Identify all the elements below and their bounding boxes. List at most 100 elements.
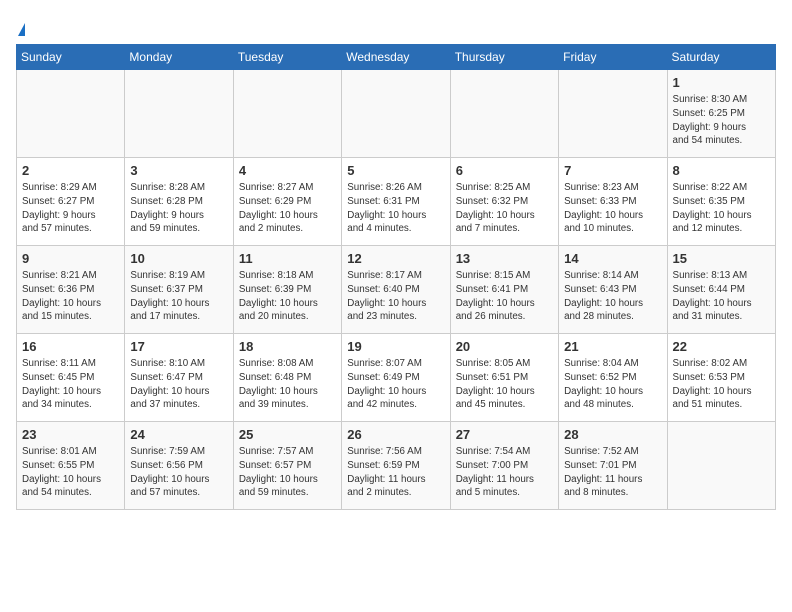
day-detail: Sunrise: 8:11 AM Sunset: 6:45 PM Dayligh… xyxy=(22,357,119,412)
day-number: 15 xyxy=(673,250,770,268)
day-number: 28 xyxy=(564,426,661,444)
day-detail: Sunrise: 8:17 AM Sunset: 6:40 PM Dayligh… xyxy=(347,269,444,324)
day-number: 9 xyxy=(22,250,119,268)
calendar-cell: 28Sunrise: 7:52 AM Sunset: 7:01 PM Dayli… xyxy=(559,421,667,509)
calendar-cell xyxy=(125,69,233,157)
day-detail: Sunrise: 8:22 AM Sunset: 6:35 PM Dayligh… xyxy=(673,181,770,236)
day-number: 5 xyxy=(347,162,444,180)
calendar-cell: 12Sunrise: 8:17 AM Sunset: 6:40 PM Dayli… xyxy=(342,245,450,333)
day-detail: Sunrise: 7:54 AM Sunset: 7:00 PM Dayligh… xyxy=(456,445,553,500)
day-number: 16 xyxy=(22,338,119,356)
day-detail: Sunrise: 7:56 AM Sunset: 6:59 PM Dayligh… xyxy=(347,445,444,500)
day-number: 14 xyxy=(564,250,661,268)
day-number: 23 xyxy=(22,426,119,444)
day-detail: Sunrise: 8:14 AM Sunset: 6:43 PM Dayligh… xyxy=(564,269,661,324)
calendar-cell xyxy=(450,69,558,157)
day-detail: Sunrise: 8:29 AM Sunset: 6:27 PM Dayligh… xyxy=(22,181,119,236)
day-number: 19 xyxy=(347,338,444,356)
day-detail: Sunrise: 8:25 AM Sunset: 6:32 PM Dayligh… xyxy=(456,181,553,236)
day-detail: Sunrise: 8:02 AM Sunset: 6:53 PM Dayligh… xyxy=(673,357,770,412)
page-header xyxy=(16,16,776,36)
calendar-cell xyxy=(233,69,341,157)
calendar-cell: 17Sunrise: 8:10 AM Sunset: 6:47 PM Dayli… xyxy=(125,333,233,421)
calendar-cell: 9Sunrise: 8:21 AM Sunset: 6:36 PM Daylig… xyxy=(17,245,125,333)
day-number: 25 xyxy=(239,426,336,444)
day-number: 20 xyxy=(456,338,553,356)
day-number: 12 xyxy=(347,250,444,268)
day-header-wednesday: Wednesday xyxy=(342,44,450,69)
day-number: 22 xyxy=(673,338,770,356)
calendar-cell: 23Sunrise: 8:01 AM Sunset: 6:55 PM Dayli… xyxy=(17,421,125,509)
calendar-cell: 21Sunrise: 8:04 AM Sunset: 6:52 PM Dayli… xyxy=(559,333,667,421)
calendar-cell: 10Sunrise: 8:19 AM Sunset: 6:37 PM Dayli… xyxy=(125,245,233,333)
day-number: 10 xyxy=(130,250,227,268)
day-header-friday: Friday xyxy=(559,44,667,69)
day-header-saturday: Saturday xyxy=(667,44,775,69)
calendar-cell: 1Sunrise: 8:30 AM Sunset: 6:25 PM Daylig… xyxy=(667,69,775,157)
day-detail: Sunrise: 7:57 AM Sunset: 6:57 PM Dayligh… xyxy=(239,445,336,500)
calendar-cell xyxy=(667,421,775,509)
calendar-cell xyxy=(342,69,450,157)
day-number: 4 xyxy=(239,162,336,180)
day-number: 24 xyxy=(130,426,227,444)
day-number: 7 xyxy=(564,162,661,180)
calendar-cell: 7Sunrise: 8:23 AM Sunset: 6:33 PM Daylig… xyxy=(559,157,667,245)
day-detail: Sunrise: 8:10 AM Sunset: 6:47 PM Dayligh… xyxy=(130,357,227,412)
calendar-cell: 19Sunrise: 8:07 AM Sunset: 6:49 PM Dayli… xyxy=(342,333,450,421)
calendar-cell: 5Sunrise: 8:26 AM Sunset: 6:31 PM Daylig… xyxy=(342,157,450,245)
day-number: 8 xyxy=(673,162,770,180)
day-detail: Sunrise: 8:18 AM Sunset: 6:39 PM Dayligh… xyxy=(239,269,336,324)
calendar-cell: 22Sunrise: 8:02 AM Sunset: 6:53 PM Dayli… xyxy=(667,333,775,421)
day-detail: Sunrise: 8:21 AM Sunset: 6:36 PM Dayligh… xyxy=(22,269,119,324)
day-number: 27 xyxy=(456,426,553,444)
calendar-cell xyxy=(559,69,667,157)
calendar-cell: 16Sunrise: 8:11 AM Sunset: 6:45 PM Dayli… xyxy=(17,333,125,421)
calendar-cell: 15Sunrise: 8:13 AM Sunset: 6:44 PM Dayli… xyxy=(667,245,775,333)
calendar-cell: 25Sunrise: 7:57 AM Sunset: 6:57 PM Dayli… xyxy=(233,421,341,509)
day-detail: Sunrise: 8:23 AM Sunset: 6:33 PM Dayligh… xyxy=(564,181,661,236)
day-number: 1 xyxy=(673,74,770,92)
day-detail: Sunrise: 8:07 AM Sunset: 6:49 PM Dayligh… xyxy=(347,357,444,412)
calendar-cell: 8Sunrise: 8:22 AM Sunset: 6:35 PM Daylig… xyxy=(667,157,775,245)
day-number: 2 xyxy=(22,162,119,180)
day-detail: Sunrise: 8:08 AM Sunset: 6:48 PM Dayligh… xyxy=(239,357,336,412)
day-detail: Sunrise: 8:04 AM Sunset: 6:52 PM Dayligh… xyxy=(564,357,661,412)
calendar-cell: 20Sunrise: 8:05 AM Sunset: 6:51 PM Dayli… xyxy=(450,333,558,421)
day-number: 21 xyxy=(564,338,661,356)
day-number: 18 xyxy=(239,338,336,356)
calendar-cell: 6Sunrise: 8:25 AM Sunset: 6:32 PM Daylig… xyxy=(450,157,558,245)
calendar-cell: 13Sunrise: 8:15 AM Sunset: 6:41 PM Dayli… xyxy=(450,245,558,333)
day-detail: Sunrise: 8:28 AM Sunset: 6:28 PM Dayligh… xyxy=(130,181,227,236)
day-header-sunday: Sunday xyxy=(17,44,125,69)
calendar-table: SundayMondayTuesdayWednesdayThursdayFrid… xyxy=(16,44,776,510)
day-detail: Sunrise: 8:27 AM Sunset: 6:29 PM Dayligh… xyxy=(239,181,336,236)
calendar-cell: 18Sunrise: 8:08 AM Sunset: 6:48 PM Dayli… xyxy=(233,333,341,421)
day-header-monday: Monday xyxy=(125,44,233,69)
calendar-cell: 27Sunrise: 7:54 AM Sunset: 7:00 PM Dayli… xyxy=(450,421,558,509)
calendar-cell: 24Sunrise: 7:59 AM Sunset: 6:56 PM Dayli… xyxy=(125,421,233,509)
day-header-tuesday: Tuesday xyxy=(233,44,341,69)
day-detail: Sunrise: 8:19 AM Sunset: 6:37 PM Dayligh… xyxy=(130,269,227,324)
calendar-cell: 14Sunrise: 8:14 AM Sunset: 6:43 PM Dayli… xyxy=(559,245,667,333)
logo xyxy=(16,16,25,36)
day-detail: Sunrise: 8:05 AM Sunset: 6:51 PM Dayligh… xyxy=(456,357,553,412)
day-detail: Sunrise: 8:30 AM Sunset: 6:25 PM Dayligh… xyxy=(673,93,770,148)
day-number: 3 xyxy=(130,162,227,180)
day-number: 11 xyxy=(239,250,336,268)
logo-triangle-icon xyxy=(18,23,25,36)
day-detail: Sunrise: 8:13 AM Sunset: 6:44 PM Dayligh… xyxy=(673,269,770,324)
day-number: 17 xyxy=(130,338,227,356)
day-detail: Sunrise: 8:26 AM Sunset: 6:31 PM Dayligh… xyxy=(347,181,444,236)
day-detail: Sunrise: 8:15 AM Sunset: 6:41 PM Dayligh… xyxy=(456,269,553,324)
calendar-cell: 4Sunrise: 8:27 AM Sunset: 6:29 PM Daylig… xyxy=(233,157,341,245)
day-number: 13 xyxy=(456,250,553,268)
day-detail: Sunrise: 7:52 AM Sunset: 7:01 PM Dayligh… xyxy=(564,445,661,500)
calendar-cell xyxy=(17,69,125,157)
calendar-cell: 2Sunrise: 8:29 AM Sunset: 6:27 PM Daylig… xyxy=(17,157,125,245)
calendar-cell: 11Sunrise: 8:18 AM Sunset: 6:39 PM Dayli… xyxy=(233,245,341,333)
day-number: 6 xyxy=(456,162,553,180)
calendar-cell: 26Sunrise: 7:56 AM Sunset: 6:59 PM Dayli… xyxy=(342,421,450,509)
day-detail: Sunrise: 8:01 AM Sunset: 6:55 PM Dayligh… xyxy=(22,445,119,500)
day-header-thursday: Thursday xyxy=(450,44,558,69)
day-detail: Sunrise: 7:59 AM Sunset: 6:56 PM Dayligh… xyxy=(130,445,227,500)
